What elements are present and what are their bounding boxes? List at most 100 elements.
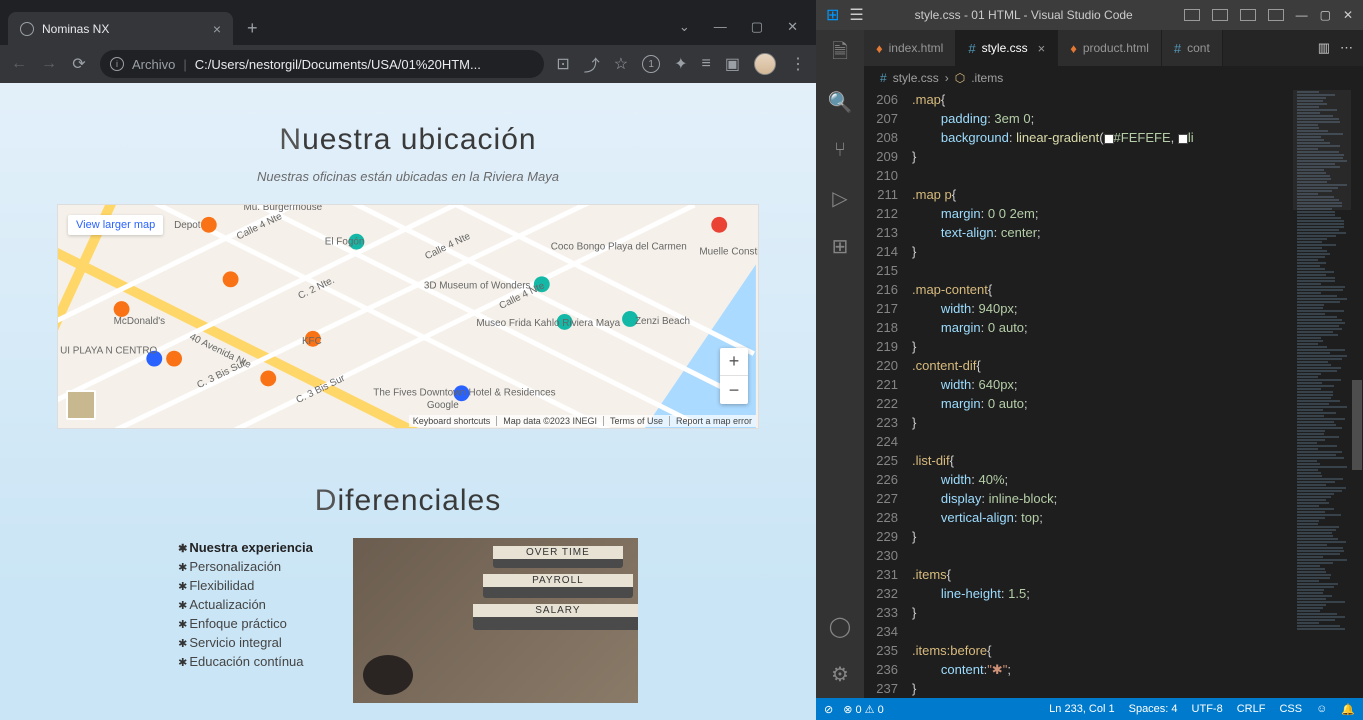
list-item: Enfoque práctico — [178, 614, 313, 633]
embedded-map[interactable]: El Fogón Coco Bongo Playa del Carmen 3D … — [57, 204, 759, 429]
new-tab-button[interactable]: + — [233, 12, 272, 45]
diff-list: Nuestra experiencia Personalización Flex… — [178, 538, 313, 703]
side-panel-icon[interactable]: ▣ — [725, 54, 740, 74]
close-icon[interactable]: ✕ — [1343, 8, 1353, 22]
zoom-in-button[interactable]: + — [720, 348, 748, 376]
reading-list-icon[interactable]: ≡ — [702, 55, 711, 73]
split-editor-icon[interactable]: ▥ — [1318, 40, 1330, 56]
globe-icon — [20, 22, 34, 36]
status-bar: ⊘ ⊗ 0 ⚠ 0 Ln 233, Col 1 Spaces: 4 UTF-8 … — [816, 698, 1363, 720]
zoom-out-button[interactable]: − — [720, 376, 748, 404]
breadcrumb[interactable]: # style.css › ⬡ .items — [864, 66, 1363, 90]
share-icon[interactable]: ⤴ — [584, 52, 600, 76]
minimap-slider[interactable] — [1293, 90, 1351, 210]
encoding[interactable]: UTF-8 — [1192, 703, 1223, 715]
back-icon[interactable]: ← — [10, 55, 28, 73]
address-bar: ← → ⟳ i Archivo | C:/Users/nestorgil/Doc… — [0, 45, 816, 83]
profile-avatar[interactable] — [754, 53, 776, 75]
symbol-icon: ⬡ — [955, 71, 965, 85]
tab-cont[interactable]: #cont — [1162, 30, 1223, 66]
map-type-thumbnail[interactable] — [66, 390, 96, 420]
more-actions-icon[interactable]: ⋯ — [1340, 40, 1353, 56]
svg-text:The Fives Downtown Hotel & Res: The Fives Downtown Hotel & Residences — [373, 387, 555, 398]
extensions-icon[interactable]: ✦ — [674, 54, 687, 74]
layout-icon[interactable] — [1268, 9, 1284, 21]
tab-title: Nominas NX — [42, 22, 109, 36]
location-subtitle: Nuestras oficinas están ubicadas en la R… — [0, 169, 816, 184]
tab-product-html[interactable]: ♦product.html — [1058, 30, 1162, 66]
svg-text:UI PLAYA N CENTRO: UI PLAYA N CENTRO — [60, 346, 157, 357]
list-item: Personalización — [178, 557, 313, 576]
svg-text:McDonald's: McDonald's — [114, 316, 165, 327]
tab-style-css[interactable]: #style.css× — [956, 30, 1058, 66]
layout-icon[interactable] — [1212, 9, 1228, 21]
menu-icon[interactable]: ⋮ — [790, 54, 806, 74]
list-item: Educación contínua — [178, 652, 313, 671]
browser-tab[interactable]: Nominas NX × — [8, 12, 233, 45]
forward-icon[interactable]: → — [40, 55, 58, 73]
feedback-icon[interactable]: ☺ — [1316, 703, 1327, 715]
css-file-icon: # — [880, 71, 887, 85]
notifications-icon[interactable]: 🔔 — [1341, 703, 1355, 716]
translate-icon[interactable]: ⊡ — [556, 54, 569, 74]
indentation[interactable]: Spaces: 4 — [1129, 703, 1178, 715]
tab-close-icon[interactable]: × — [1038, 41, 1046, 56]
settings-gear-icon[interactable]: ⚙ — [828, 662, 852, 686]
errors-badge[interactable]: ⊗ 0 ⚠ 0 — [843, 703, 884, 716]
toolbar-right: ⊡ ⤴ ☆ 1 ✦ ≡ ▣ ⋮ — [556, 52, 806, 76]
svg-text:Google: Google — [427, 400, 459, 411]
svg-text:Zenzi Beach: Zenzi Beach — [635, 316, 690, 327]
diferenciales-section: Diferenciales Nuestra experiencia Person… — [0, 484, 816, 703]
map-credits: Keyboard shortcuts Map data ©2023 INEGI … — [409, 415, 756, 427]
scrollbar-thumb[interactable] — [1352, 380, 1362, 470]
payroll-image: OVER TIME PAYROLL SALARY — [353, 538, 638, 703]
vscode-titlebar: ⊞ ☰ style.css - 01 HTML - Visual Studio … — [816, 0, 1363, 30]
minimize-icon[interactable]: — — [714, 19, 727, 35]
language-mode[interactable]: CSS — [1279, 703, 1302, 715]
close-icon[interactable]: ✕ — [787, 19, 798, 35]
vscode-menu-icon[interactable]: ☰ — [849, 5, 863, 25]
browser-titlebar: Nominas NX × + ⌄ — ▢ ✕ — [0, 0, 816, 45]
debug-icon[interactable]: ▷ — [828, 186, 852, 210]
extensions-icon[interactable]: ⊞ — [828, 234, 852, 258]
reload-icon[interactable]: ⟳ — [70, 54, 88, 74]
layout-icon[interactable] — [1240, 9, 1256, 21]
cursor-position[interactable]: Ln 233, Col 1 — [1049, 703, 1114, 715]
explorer-icon[interactable]: 🗎 — [828, 42, 852, 66]
svg-text:Museo Frida Kahlo Riviera Maya: Museo Frida Kahlo Riviera Maya — [476, 318, 620, 329]
list-item: Actualización — [178, 595, 313, 614]
remote-icon[interactable]: ⊘ — [824, 703, 833, 716]
view-larger-map-link[interactable]: View larger map — [68, 215, 163, 235]
info-icon[interactable]: i — [110, 57, 124, 71]
chrome-browser: Nominas NX × + ⌄ — ▢ ✕ ← → ⟳ i Archivo |… — [0, 0, 816, 720]
chevron-down-icon[interactable]: ⌄ — [679, 19, 690, 35]
maximize-icon[interactable]: ▢ — [1320, 8, 1331, 22]
svg-text:Depot: Depot — [174, 220, 201, 231]
account-icon[interactable]: ◯ — [828, 614, 852, 638]
url-input[interactable]: i Archivo | C:/Users/nestorgil/Documents… — [100, 50, 544, 78]
tab-index-html[interactable]: ♦index.html — [864, 30, 956, 66]
minimize-icon[interactable]: — — [1296, 8, 1308, 22]
vscode-logo-icon: ⊞ — [826, 5, 839, 25]
star-icon[interactable]: ☆ — [614, 54, 628, 74]
map-zoom-controls: + − — [720, 348, 748, 404]
source-control-icon[interactable]: ⑂ — [828, 138, 852, 162]
svg-text:3D Museum of Wonders: 3D Museum of Wonders — [424, 280, 531, 291]
maximize-icon[interactable]: ▢ — [751, 19, 763, 35]
vertical-scrollbar[interactable] — [1351, 90, 1363, 698]
update-badge[interactable]: 1 — [642, 55, 660, 73]
url-scheme: Archivo — [132, 57, 175, 72]
code-editor[interactable]: 2062072082092102112122132142152162172182… — [864, 90, 1363, 698]
vscode-window-title: style.css - 01 HTML - Visual Studio Code — [874, 8, 1174, 22]
svg-text:KFC: KFC — [302, 336, 322, 347]
activity-bar: 🗎 🔍 ⑂ ▷ ⊞ ◯ ⚙ — [816, 30, 864, 698]
layout-icon[interactable] — [1184, 9, 1200, 21]
list-item: Nuestra experiencia — [178, 538, 313, 557]
editor-area: ♦index.html #style.css× ♦product.html #c… — [864, 30, 1363, 698]
eol[interactable]: CRLF — [1237, 703, 1266, 715]
editor-tabs: ♦index.html #style.css× ♦product.html #c… — [864, 30, 1363, 66]
tab-close-icon[interactable]: × — [213, 21, 221, 37]
svg-text:Coco Bongo Playa del Carmen: Coco Bongo Playa del Carmen — [551, 242, 687, 253]
svg-text:Muelle Constituyentes: Muelle Constituyentes — [699, 247, 758, 258]
search-icon[interactable]: 🔍 — [828, 90, 852, 114]
